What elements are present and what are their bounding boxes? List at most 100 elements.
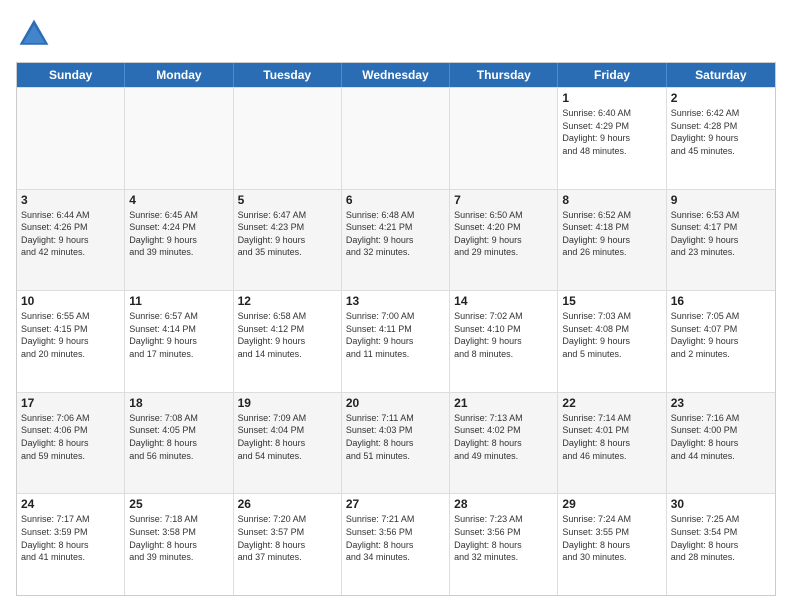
- cell-info: Sunrise: 6:52 AM Sunset: 4:18 PM Dayligh…: [562, 209, 661, 259]
- cell-info: Sunrise: 7:21 AM Sunset: 3:56 PM Dayligh…: [346, 513, 445, 563]
- cell-info: Sunrise: 7:11 AM Sunset: 4:03 PM Dayligh…: [346, 412, 445, 462]
- cell-info: Sunrise: 7:16 AM Sunset: 4:00 PM Dayligh…: [671, 412, 771, 462]
- calendar-row-3: 17 Sunrise: 7:06 AM Sunset: 4:06 PM Dayli…: [17, 392, 775, 494]
- weekday-header-monday: Monday: [125, 63, 233, 87]
- day-number: 23: [671, 396, 771, 410]
- calendar-cell: 2 Sunrise: 6:42 AM Sunset: 4:28 PM Daylig…: [667, 88, 775, 189]
- calendar-cell: [125, 88, 233, 189]
- calendar-cell: 30 Sunrise: 7:25 AM Sunset: 3:54 PM Dayli…: [667, 494, 775, 595]
- cell-info: Sunrise: 7:09 AM Sunset: 4:04 PM Dayligh…: [238, 412, 337, 462]
- calendar-cell: 16Sunrise: 7:05 AM Sunset: 4:07 PM Dayli…: [667, 291, 775, 392]
- calendar-cell: 29Sunrise: 7:24 AM Sunset: 3:55 PM Dayli…: [558, 494, 666, 595]
- day-number: 16: [671, 294, 771, 308]
- cell-info: Sunrise: 6:53 AM Sunset: 4:17 PM Dayligh…: [671, 209, 771, 259]
- cell-info: Sunrise: 7:23 AM Sunset: 3:56 PM Dayligh…: [454, 513, 553, 563]
- calendar-cell: 23 Sunrise: 7:16 AM Sunset: 4:00 PM Dayli…: [667, 393, 775, 494]
- day-number: 1: [562, 91, 661, 105]
- calendar-row-0: 1 Sunrise: 6:40 AM Sunset: 4:29 PM Daylig…: [17, 87, 775, 189]
- day-number: 24: [21, 497, 120, 511]
- calendar-header: SundayMondayTuesdayWednesdayThursdayFrid…: [17, 63, 775, 87]
- day-number: 2: [671, 91, 771, 105]
- day-number: 6: [346, 193, 445, 207]
- weekday-header-thursday: Thursday: [450, 63, 558, 87]
- calendar-cell: 19 Sunrise: 7:09 AM Sunset: 4:04 PM Dayli…: [234, 393, 342, 494]
- calendar-cell: 21 Sunrise: 7:13 AM Sunset: 4:02 PM Dayli…: [450, 393, 558, 494]
- day-number: 21: [454, 396, 553, 410]
- calendar-cell: 4Sunrise: 6:45 AM Sunset: 4:24 PM Daylig…: [125, 190, 233, 291]
- day-number: 12: [238, 294, 337, 308]
- calendar-cell: 26Sunrise: 7:20 AM Sunset: 3:57 PM Dayli…: [234, 494, 342, 595]
- day-number: 4: [129, 193, 228, 207]
- cell-info: Sunrise: 6:50 AM Sunset: 4:20 PM Dayligh…: [454, 209, 553, 259]
- calendar-cell: 9 Sunrise: 6:53 AM Sunset: 4:17 PM Daylig…: [667, 190, 775, 291]
- cell-info: Sunrise: 6:57 AM Sunset: 4:14 PM Dayligh…: [129, 310, 228, 360]
- weekday-header-saturday: Saturday: [667, 63, 775, 87]
- calendar-cell: 14 Sunrise: 7:02 AM Sunset: 4:10 PM Dayli…: [450, 291, 558, 392]
- cell-info: Sunrise: 6:42 AM Sunset: 4:28 PM Dayligh…: [671, 107, 771, 157]
- day-number: 15: [562, 294, 661, 308]
- calendar-cell: 25 Sunrise: 7:18 AM Sunset: 3:58 PM Dayli…: [125, 494, 233, 595]
- day-number: 27: [346, 497, 445, 511]
- cell-info: Sunrise: 6:55 AM Sunset: 4:15 PM Dayligh…: [21, 310, 120, 360]
- cell-info: Sunrise: 7:03 AM Sunset: 4:08 PM Dayligh…: [562, 310, 661, 360]
- weekday-header-sunday: Sunday: [17, 63, 125, 87]
- day-number: 7: [454, 193, 553, 207]
- logo: [16, 16, 56, 52]
- calendar-cell: 17 Sunrise: 7:06 AM Sunset: 4:06 PM Dayli…: [17, 393, 125, 494]
- cell-info: Sunrise: 7:14 AM Sunset: 4:01 PM Dayligh…: [562, 412, 661, 462]
- cell-info: Sunrise: 7:06 AM Sunset: 4:06 PM Dayligh…: [21, 412, 120, 462]
- day-number: 20: [346, 396, 445, 410]
- weekday-header-wednesday: Wednesday: [342, 63, 450, 87]
- calendar-cell: 5 Sunrise: 6:47 AM Sunset: 4:23 PM Daylig…: [234, 190, 342, 291]
- calendar-cell: 10 Sunrise: 6:55 AM Sunset: 4:15 PM Dayli…: [17, 291, 125, 392]
- day-number: 25: [129, 497, 228, 511]
- weekday-header-friday: Friday: [558, 63, 666, 87]
- cell-info: Sunrise: 7:13 AM Sunset: 4:02 PM Dayligh…: [454, 412, 553, 462]
- calendar-cell: 18 Sunrise: 7:08 AM Sunset: 4:05 PM Dayli…: [125, 393, 233, 494]
- cell-info: Sunrise: 7:25 AM Sunset: 3:54 PM Dayligh…: [671, 513, 771, 563]
- day-number: 29: [562, 497, 661, 511]
- day-number: 14: [454, 294, 553, 308]
- day-number: 11: [129, 294, 228, 308]
- day-number: 8: [562, 193, 661, 207]
- calendar-cell: 27 Sunrise: 7:21 AM Sunset: 3:56 PM Dayli…: [342, 494, 450, 595]
- calendar-cell: 7 Sunrise: 6:50 AM Sunset: 4:20 PM Daylig…: [450, 190, 558, 291]
- calendar-cell: 13 Sunrise: 7:00 AM Sunset: 4:11 PM Dayli…: [342, 291, 450, 392]
- day-number: 18: [129, 396, 228, 410]
- calendar-cell: 8 Sunrise: 6:52 AM Sunset: 4:18 PM Daylig…: [558, 190, 666, 291]
- calendar-cell: 1 Sunrise: 6:40 AM Sunset: 4:29 PM Daylig…: [558, 88, 666, 189]
- calendar-cell: 22Sunrise: 7:14 AM Sunset: 4:01 PM Dayli…: [558, 393, 666, 494]
- calendar-cell: 20 Sunrise: 7:11 AM Sunset: 4:03 PM Dayli…: [342, 393, 450, 494]
- calendar-cell: 3 Sunrise: 6:44 AM Sunset: 4:26 PM Daylig…: [17, 190, 125, 291]
- calendar-cell: [450, 88, 558, 189]
- cell-info: Sunrise: 7:17 AM Sunset: 3:59 PM Dayligh…: [21, 513, 120, 563]
- page: SundayMondayTuesdayWednesdayThursdayFrid…: [0, 0, 792, 612]
- cell-info: Sunrise: 6:44 AM Sunset: 4:26 PM Dayligh…: [21, 209, 120, 259]
- calendar-row-1: 3 Sunrise: 6:44 AM Sunset: 4:26 PM Daylig…: [17, 189, 775, 291]
- day-number: 10: [21, 294, 120, 308]
- calendar-body: 1 Sunrise: 6:40 AM Sunset: 4:29 PM Daylig…: [17, 87, 775, 595]
- calendar: SundayMondayTuesdayWednesdayThursdayFrid…: [16, 62, 776, 596]
- day-number: 5: [238, 193, 337, 207]
- calendar-row-2: 10 Sunrise: 6:55 AM Sunset: 4:15 PM Dayli…: [17, 290, 775, 392]
- day-number: 30: [671, 497, 771, 511]
- cell-info: Sunrise: 7:02 AM Sunset: 4:10 PM Dayligh…: [454, 310, 553, 360]
- calendar-cell: 28 Sunrise: 7:23 AM Sunset: 3:56 PM Dayli…: [450, 494, 558, 595]
- cell-info: Sunrise: 6:40 AM Sunset: 4:29 PM Dayligh…: [562, 107, 661, 157]
- cell-info: Sunrise: 6:47 AM Sunset: 4:23 PM Dayligh…: [238, 209, 337, 259]
- calendar-cell: [342, 88, 450, 189]
- calendar-cell: 12Sunrise: 6:58 AM Sunset: 4:12 PM Dayli…: [234, 291, 342, 392]
- calendar-row-4: 24 Sunrise: 7:17 AM Sunset: 3:59 PM Dayli…: [17, 493, 775, 595]
- calendar-cell: 24 Sunrise: 7:17 AM Sunset: 3:59 PM Dayli…: [17, 494, 125, 595]
- calendar-cell: 15 Sunrise: 7:03 AM Sunset: 4:08 PM Dayli…: [558, 291, 666, 392]
- day-number: 3: [21, 193, 120, 207]
- cell-info: Sunrise: 7:08 AM Sunset: 4:05 PM Dayligh…: [129, 412, 228, 462]
- cell-info: Sunrise: 7:00 AM Sunset: 4:11 PM Dayligh…: [346, 310, 445, 360]
- cell-info: Sunrise: 7:18 AM Sunset: 3:58 PM Dayligh…: [129, 513, 228, 563]
- day-number: 28: [454, 497, 553, 511]
- day-number: 9: [671, 193, 771, 207]
- day-number: 19: [238, 396, 337, 410]
- day-number: 13: [346, 294, 445, 308]
- day-number: 17: [21, 396, 120, 410]
- weekday-header-tuesday: Tuesday: [234, 63, 342, 87]
